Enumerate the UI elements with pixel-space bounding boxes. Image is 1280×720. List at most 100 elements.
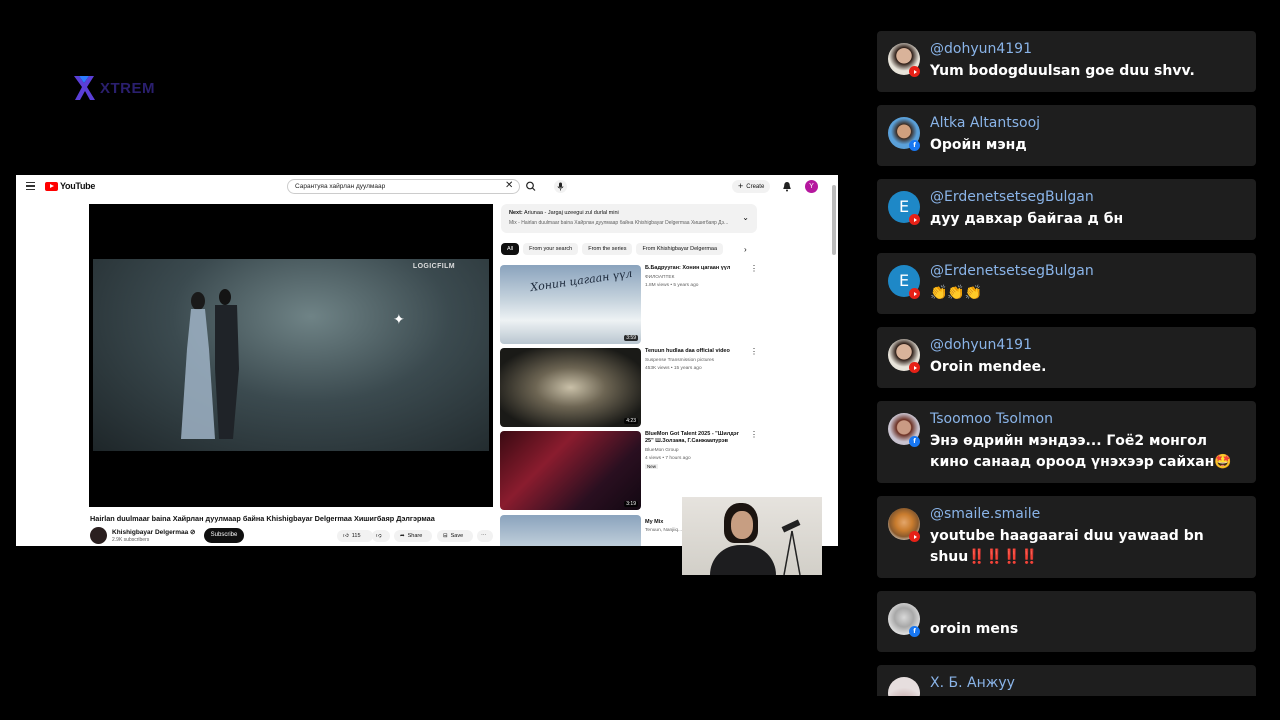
- scrollbar[interactable]: [832, 185, 836, 255]
- chat-message: @dohyun4191 Oroin mendee.: [877, 327, 1256, 388]
- youtube-logo[interactable]: YouTube: [45, 181, 95, 191]
- facebook-icon: f: [909, 436, 920, 447]
- chat-text: Oroin mendee.: [930, 359, 1047, 375]
- chat-author: Tsoomoo Tsolmon: [930, 411, 1053, 427]
- dislike-button[interactable]: 👎︎: [372, 530, 390, 542]
- subscribe-button[interactable]: Subscribe: [204, 528, 244, 543]
- share-icon: ➦: [400, 533, 405, 539]
- chat-author: @ErdenetsetsegBulgan: [930, 189, 1094, 205]
- share-button[interactable]: ➦ Share: [394, 530, 432, 542]
- more-vertical-icon[interactable]: ⋮: [750, 431, 758, 439]
- chip-from-your-search[interactable]: From your search: [523, 243, 579, 255]
- channel-name-text: Khishigbayar Delgermaa: [112, 529, 189, 536]
- chevron-down-icon[interactable]: ⌄: [742, 213, 749, 222]
- recommendation-channel: Tenuun, Nanjiiq...: [645, 528, 683, 533]
- recommendation-meta: 453K views • 15 years ago: [645, 366, 702, 371]
- recommendation-item[interactable]: 4:23 Tenuun hudlaa daa official video Su…: [500, 348, 760, 428]
- facebook-icon: f: [909, 626, 920, 637]
- thumbs-up-icon: 👍︎: [343, 533, 349, 539]
- menu-icon[interactable]: [26, 182, 35, 190]
- new-badge: New: [645, 464, 659, 469]
- stream-logo-text: XTREM: [100, 79, 155, 97]
- search-input[interactable]: Сарантуяа хайрлан дуулмаар: [287, 179, 520, 194]
- more-vertical-icon[interactable]: ⋮: [750, 348, 758, 356]
- streamer-face: [731, 511, 753, 539]
- webcam-overlay: [682, 497, 822, 575]
- recommendation-title[interactable]: Tenuun hudlaa daa official video: [645, 348, 745, 355]
- chat-text: Энэ өдрийн мэндээ... Гоё2 монгол кино са…: [930, 433, 1232, 470]
- video-thumbnail[interactable]: Хонин цагаан үүл 3:59: [500, 265, 641, 344]
- share-label: Share: [407, 533, 423, 539]
- youtube-play-icon: [45, 181, 58, 191]
- chat-text: Оройн мэнд: [930, 137, 1027, 153]
- search-icon[interactable]: [521, 179, 541, 194]
- youtube-icon: [909, 531, 920, 542]
- chat-text: 👏👏👏: [930, 285, 983, 301]
- up-next-subtitle: Mix - Hairlan duulmaar baina Хайрлан дуу…: [509, 220, 729, 226]
- chat-message: f oroin mens: [877, 591, 1256, 652]
- up-next-panel[interactable]: Next: Ariunaa - Jargaj uzeegui zul durla…: [501, 204, 757, 233]
- recommendation-meta: 4 views • 7 hours ago: [645, 456, 691, 461]
- create-button[interactable]: + Create: [732, 180, 771, 193]
- save-button[interactable]: ⊟ Save: [437, 530, 473, 542]
- youtube-icon: [909, 288, 920, 299]
- chat-text: youtube haagaarai duu yawaad bn shuu‼️‼️…: [930, 528, 1204, 565]
- recommendation-channel: Suspense Transmission pictures: [645, 358, 715, 363]
- couple-figure: [181, 289, 239, 439]
- recommendation-title[interactable]: BlueMon Got Talent 2025 - "Шилдэг 25" Ш.…: [645, 431, 745, 445]
- video-duration: 3:59: [624, 335, 638, 341]
- video-thumbnail[interactable]: 4:23: [500, 348, 641, 427]
- chat-author: @smaile.smaile: [930, 506, 1041, 522]
- video-player[interactable]: ✦ LOGICFILM: [89, 204, 493, 507]
- clear-search-icon[interactable]: ✕: [505, 180, 513, 191]
- chat-message: f Altka Altantsooj Оройн мэнд: [877, 105, 1256, 166]
- chat-author: Altka Altantsooj: [930, 115, 1041, 131]
- chat-message: E @ErdenetsetsegBulgan дуу давхар байгаа…: [877, 179, 1256, 240]
- bookmark-icon: ⊟: [443, 533, 448, 539]
- account-avatar[interactable]: Y: [805, 180, 818, 193]
- chip-from-channel[interactable]: From Khishigbayar Delgermaa: [636, 243, 724, 255]
- channel-name[interactable]: Khishigbayar Delgermaa ⊘: [112, 528, 196, 536]
- chat-author: @dohyun4191: [930, 41, 1032, 57]
- channel-avatar[interactable]: [90, 527, 107, 544]
- video-frame: ✦: [93, 259, 489, 451]
- video-watermark: LOGICFILM: [412, 263, 455, 270]
- recommendation-title[interactable]: Б.Бадрууган: Хонин цагаан үүл: [645, 265, 745, 272]
- chat-text: Yum bodogduulsan goe duu shvv.: [930, 63, 1195, 79]
- chat-text: дуу давхар байгаа д бн: [930, 211, 1124, 227]
- like-button[interactable]: 👍︎ 115: [337, 530, 373, 542]
- filter-chips: All From your search From the series Fro…: [501, 243, 724, 255]
- streamer-body: [710, 545, 776, 575]
- up-next-prefix: Next:: [509, 210, 523, 216]
- microphone-icon[interactable]: [554, 180, 567, 193]
- more-horizontal-icon: ⋯: [481, 533, 487, 539]
- chat-author: Х. Б. Анжуу: [930, 675, 1015, 691]
- live-chat: @dohyun4191 Yum bodogduulsan goe duu shv…: [877, 31, 1256, 696]
- x-logo-icon: [74, 76, 95, 100]
- youtube-icon: [909, 66, 920, 77]
- like-count: 115: [351, 533, 361, 539]
- chevron-right-icon[interactable]: ›: [744, 245, 747, 254]
- chat-message: @smaile.smaile youtube haagaarai duu yaw…: [877, 496, 1256, 578]
- video-thumbnail[interactable]: 3:19: [500, 431, 641, 510]
- facebook-icon: f: [909, 140, 920, 151]
- avatar: [888, 677, 920, 696]
- recommendation-meta: 1.8M views • 5 years ago: [645, 283, 699, 288]
- recommendation-item[interactable]: Хонин цагаан үүл 3:59 Б.Бадрууган: Хонин…: [500, 265, 760, 345]
- up-next-title: Next: Ariunaa - Jargaj uzeegui zul durla…: [509, 210, 619, 216]
- more-vertical-icon[interactable]: ⋮: [750, 265, 758, 273]
- youtube-icon: [909, 362, 920, 373]
- thumbnail-text: Хонин цагаан үүл: [529, 266, 634, 295]
- verified-icon: ⊘: [190, 529, 196, 536]
- chat-message: Х. Б. Анжуу: [877, 665, 1256, 696]
- chip-from-the-series[interactable]: From the series: [582, 243, 633, 255]
- youtube-header: YouTube Сарантуяа хайрлан дуулмаар ✕ + C…: [16, 175, 838, 197]
- chat-author: @dohyun4191: [930, 337, 1032, 353]
- chat-author: @ErdenetsetsegBulgan: [930, 263, 1094, 279]
- up-next-video-title: Ariunaa - Jargaj uzeegui zul durlal mini: [524, 210, 619, 216]
- notifications-bell-icon[interactable]: [782, 181, 792, 192]
- create-label: Create: [746, 183, 765, 190]
- video-thumbnail[interactable]: [500, 515, 641, 546]
- chip-all[interactable]: All: [501, 243, 520, 255]
- more-actions-button[interactable]: ⋯: [477, 530, 493, 542]
